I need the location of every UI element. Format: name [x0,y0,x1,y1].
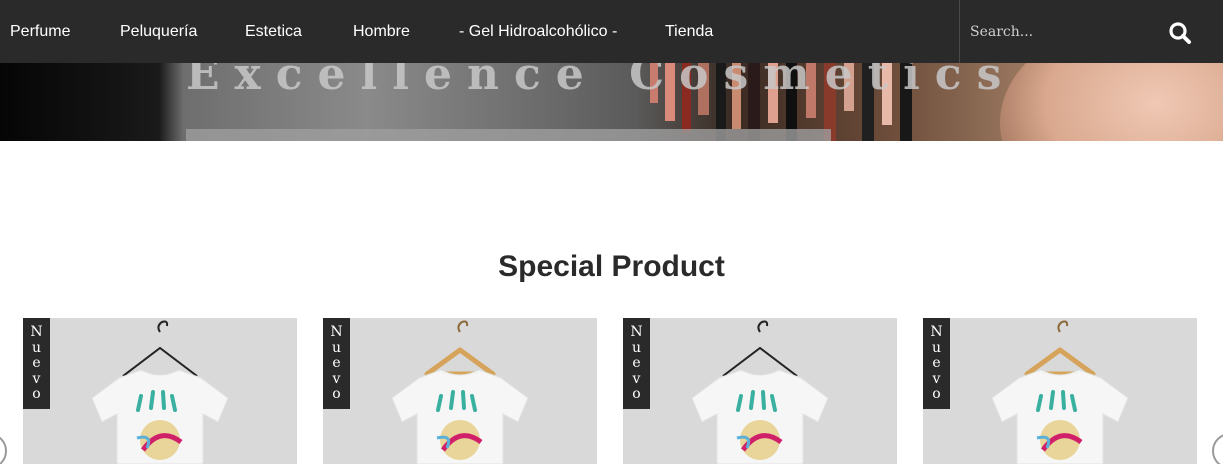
new-badge: N u e v o [623,318,650,409]
tshirt-image [91,320,229,464]
product-card[interactable]: N u e v o [23,318,297,464]
tshirt-image [691,320,829,464]
nav-item-tienda[interactable]: Tienda [665,0,713,63]
nav-item-perfume[interactable]: Perfume [10,0,70,63]
product-card[interactable]: N u e v o [923,318,1197,464]
model-face-image [1000,63,1223,141]
nav-item-gel-hidroalcoholico[interactable]: - Gel Hidroalcohólico - [459,0,617,63]
tshirt-image [991,320,1129,464]
new-badge: N u e v o [923,318,950,409]
product-card[interactable]: N u e v o [623,318,897,464]
hero-banner: Excellence Cosmetics [0,63,1223,141]
nav-item-peluqueria[interactable]: Peluquería [120,0,197,63]
product-card[interactable]: N u e v o [323,318,597,464]
banner-divider [186,129,831,141]
nav-item-hombre[interactable]: Hombre [353,0,410,63]
banner-title: Excellence Cosmetics [186,63,1017,100]
section-title: Special Product [498,250,725,283]
search-input[interactable] [970,20,1160,44]
main-nav: Perfume Peluquería Estetica Hombre - Gel… [0,0,1223,63]
nav-item-estetica[interactable]: Estetica [245,0,302,63]
search-icon[interactable] [1166,19,1194,47]
search-box [959,0,1219,63]
tshirt-image [391,320,529,464]
new-badge: N u e v o [323,318,350,409]
chevron-right-icon[interactable] [1212,433,1223,464]
chevron-left-icon[interactable] [0,433,7,464]
new-badge: N u e v o [23,318,50,409]
